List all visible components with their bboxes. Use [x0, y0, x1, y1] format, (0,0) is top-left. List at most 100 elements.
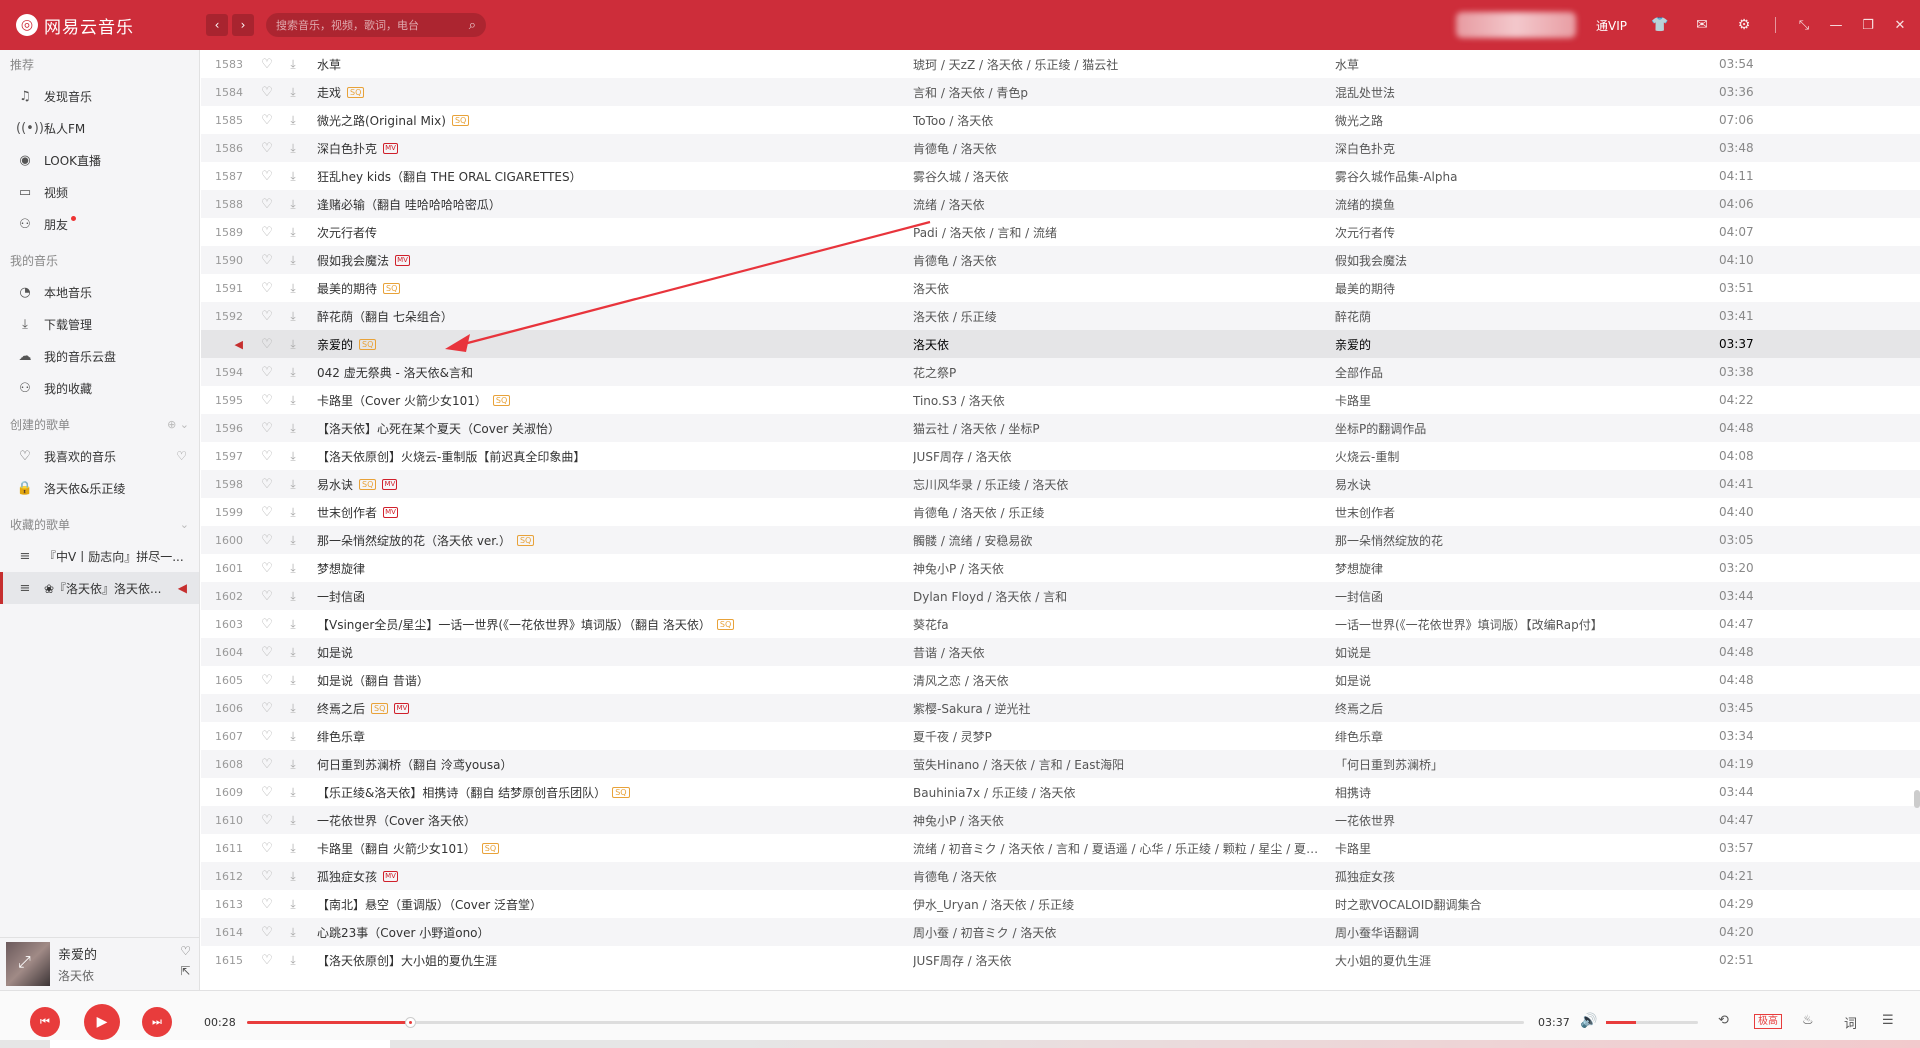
table-row[interactable]: ◀ ♡ ⤓ 亲爱的 SQ 洛天依 亲爱的 03:37: [201, 330, 1920, 358]
song-artist[interactable]: JUSF周存 / 洛天依: [913, 448, 1323, 465]
mv-badge[interactable]: MV: [383, 142, 399, 154]
scrollbar-thumb[interactable]: [1914, 790, 1920, 808]
song-artist[interactable]: Dylan Floyd / 洛天依 / 言和: [913, 588, 1323, 605]
share-icon[interactable]: ⇱: [180, 964, 191, 984]
table-row[interactable]: 1605 ♡ ⤓ 如是说（翻自 昔谐） 清风之恋 / 洛天依 如是说 04:48: [201, 666, 1920, 694]
next-button[interactable]: ⏭: [142, 1007, 172, 1037]
song-album[interactable]: 深白色扑克: [1335, 140, 1705, 157]
like-heart-icon[interactable]: ♡: [257, 757, 277, 772]
song-title-cell[interactable]: 次元行者传: [317, 224, 897, 241]
add-playlist-icon[interactable]: ⊕: [167, 418, 176, 431]
lyrics-icon[interactable]: 词: [1844, 1013, 1857, 1032]
song-album[interactable]: 水草: [1335, 56, 1705, 73]
search-icon[interactable]: ⌕: [469, 18, 476, 33]
song-artist[interactable]: 神兔小P / 洛天依: [913, 560, 1323, 577]
song-artist[interactable]: 洛天依 / 乐正绫: [913, 308, 1323, 325]
sidebar-item-fm[interactable]: ((•)) 私人FM: [0, 112, 199, 144]
song-artist[interactable]: 夏千夜 / 灵梦P: [913, 728, 1323, 745]
song-title-cell[interactable]: 【洛天依原创】大小姐的夏仇生涯: [317, 952, 897, 969]
table-row[interactable]: 1584 ♡ ⤓ 走戏 SQ 言和 / 洛天依 / 青色p 混乱处世法 03:36: [201, 78, 1920, 106]
like-heart-icon[interactable]: ♡: [257, 505, 277, 520]
like-heart-icon[interactable]: ♡: [257, 813, 277, 828]
song-title-cell[interactable]: 醉花荫（翻自 七朵组合）: [317, 308, 897, 325]
song-title-cell[interactable]: 一封信函: [317, 588, 897, 605]
song-title-cell[interactable]: 如是说: [317, 644, 897, 661]
song-artist[interactable]: 昔谐 / 洛天依: [913, 644, 1323, 661]
table-row[interactable]: 1585 ♡ ⤓ 微光之路(Original Mix) SQ ToToo / 洛天依 微光之…: [201, 106, 1920, 134]
download-icon[interactable]: ⤓: [283, 729, 303, 744]
download-icon[interactable]: ⤓: [283, 141, 303, 156]
song-title-cell[interactable]: 梦想旋律: [317, 560, 897, 577]
song-artist[interactable]: 萤失Hinano / 洛天依 / 言和 / East海阳: [913, 756, 1323, 773]
download-icon[interactable]: ⤓: [283, 673, 303, 688]
song-artist[interactable]: Bauhinia7x / 乐正绫 / 洛天依: [913, 784, 1323, 801]
like-heart-icon[interactable]: ♡: [257, 785, 277, 800]
song-title-cell[interactable]: 【洛天依原创】火烧云-重制版【前迟真全印象曲】: [317, 448, 897, 465]
song-title-cell[interactable]: 卡路里（Cover 火箭少女101） SQ: [317, 392, 897, 409]
volume-slider[interactable]: [1606, 1021, 1698, 1024]
like-heart-icon[interactable]: ♡: [257, 589, 277, 604]
song-artist[interactable]: 清风之恋 / 洛天依: [913, 672, 1323, 689]
like-heart-icon[interactable]: ♡: [257, 953, 277, 968]
forward-button[interactable]: ›: [232, 14, 254, 36]
download-icon[interactable]: ⤓: [283, 505, 303, 520]
song-album[interactable]: 如是说: [1335, 672, 1705, 689]
quality-badge[interactable]: 极高: [1754, 1014, 1782, 1029]
volume-icon[interactable]: 🔊: [1580, 1013, 1597, 1029]
song-artist[interactable]: 肯德龟 / 洛天依: [913, 140, 1323, 157]
song-artist[interactable]: 肯德龟 / 洛天依 / 乐正绫: [913, 504, 1323, 521]
song-album[interactable]: 假如我会魔法: [1335, 252, 1705, 269]
sidebar-item-downloads[interactable]: ⤓ 下载管理: [0, 308, 199, 340]
download-icon[interactable]: ⤓: [283, 113, 303, 128]
now-playing-artist[interactable]: 洛天依: [58, 967, 97, 984]
song-album[interactable]: 大小姐的夏仇生涯: [1335, 952, 1705, 969]
song-album[interactable]: 最美的期待: [1335, 280, 1705, 297]
song-album[interactable]: 亲爱的: [1335, 336, 1705, 353]
table-row[interactable]: 1615 ♡ ⤓ 【洛天依原创】大小姐的夏仇生涯 JUSF周存 / 洛天依 大小姐的夏仇生…: [201, 946, 1920, 974]
download-icon[interactable]: ⤓: [283, 589, 303, 604]
song-album[interactable]: 那一朵悄然绽放的花: [1335, 532, 1705, 549]
song-album[interactable]: 流绪的摸鱼: [1335, 196, 1705, 213]
song-title-cell[interactable]: 何日重到苏澜桥（翻自 泠鸢yousa）: [317, 756, 897, 773]
table-row[interactable]: 1595 ♡ ⤓ 卡路里（Cover 火箭少女101） SQ Tino.S3 / 洛天依卡…: [201, 386, 1920, 414]
like-heart-icon[interactable]: ♡: [257, 477, 277, 492]
mv-badge[interactable]: MV: [395, 254, 411, 266]
like-heart-icon[interactable]: ♡: [257, 645, 277, 660]
song-title-cell[interactable]: 终焉之后 SQ MV: [317, 700, 897, 717]
back-button[interactable]: ‹: [206, 14, 228, 36]
mv-badge[interactable]: MV: [382, 478, 398, 490]
table-row[interactable]: 1583 ♡ ⤓ 水草 琥珂 / 天zZ / 洛天依 / 乐正绫 / 猫云社 水草 03:5…: [201, 50, 1920, 78]
song-artist[interactable]: 伊水_Uryan / 洛天依 / 乐正绫: [913, 896, 1323, 913]
song-artist[interactable]: 雾谷久城 / 洛天依: [913, 168, 1323, 185]
sidebar-item-local-music[interactable]: ◔ 本地音乐: [0, 276, 199, 308]
song-title-cell[interactable]: 走戏 SQ: [317, 84, 897, 101]
sidebar-item-look-live[interactable]: ◉ LOOK直播: [0, 144, 199, 176]
like-heart-icon[interactable]: ♡: [257, 449, 277, 464]
like-heart-icon[interactable]: ♡: [257, 925, 277, 940]
like-heart-icon[interactable]: ♡: [257, 869, 277, 884]
song-title-cell[interactable]: 易水诀 SQ MV: [317, 476, 897, 493]
song-title-cell[interactable]: 一花依世界（Cover 洛天依）: [317, 812, 897, 829]
song-title-cell[interactable]: 心跳23事（Cover 小野道ono）: [317, 924, 897, 941]
song-title-cell[interactable]: 【Vsinger全员/星尘】一话一世界(《一花依世界》填词版）（翻自 洛天依） S…: [317, 616, 897, 633]
song-title-cell[interactable]: 042 虚无祭典 - 洛天依&言和: [317, 364, 897, 381]
user-avatar-blurred[interactable]: [1456, 12, 1576, 38]
search-box[interactable]: ⌕: [266, 13, 486, 37]
like-heart-icon[interactable]: ♡: [257, 533, 277, 548]
table-row[interactable]: 1612 ♡ ⤓ 孤独症女孩 MV 肯德龟 / 洛天依 孤独症女孩 04:21: [201, 862, 1920, 890]
download-icon[interactable]: ⤓: [283, 561, 303, 576]
download-icon[interactable]: ⤓: [283, 869, 303, 884]
song-artist[interactable]: Tino.S3 / 洛天依: [913, 392, 1323, 409]
like-heart-icon[interactable]: ♡: [257, 617, 277, 632]
table-row[interactable]: 1590 ♡ ⤓ 假如我会魔法 MV 肯德龟 / 洛天依 假如我会魔法 04:10: [201, 246, 1920, 274]
table-row[interactable]: 1586 ♡ ⤓ 深白色扑克 MV 肯德龟 / 洛天依 深白色扑克 03:48: [201, 134, 1920, 162]
download-icon[interactable]: ⤓: [283, 169, 303, 184]
song-title-cell[interactable]: 假如我会魔法 MV: [317, 252, 897, 269]
app-logo[interactable]: ◎ 网易云音乐: [16, 13, 192, 38]
download-icon[interactable]: ⤓: [283, 617, 303, 632]
song-album[interactable]: 卡路里: [1335, 392, 1705, 409]
like-heart-icon[interactable]: ♡: [257, 253, 277, 268]
mail-icon[interactable]: ✉: [1691, 17, 1713, 33]
table-row[interactable]: 1602 ♡ ⤓ 一封信函 Dylan Floyd / 洛天依 / 言和 一封信函 03:4…: [201, 582, 1920, 610]
song-artist[interactable]: 琥珂 / 天zZ / 洛天依 / 乐正绫 / 猫云社: [913, 56, 1323, 73]
